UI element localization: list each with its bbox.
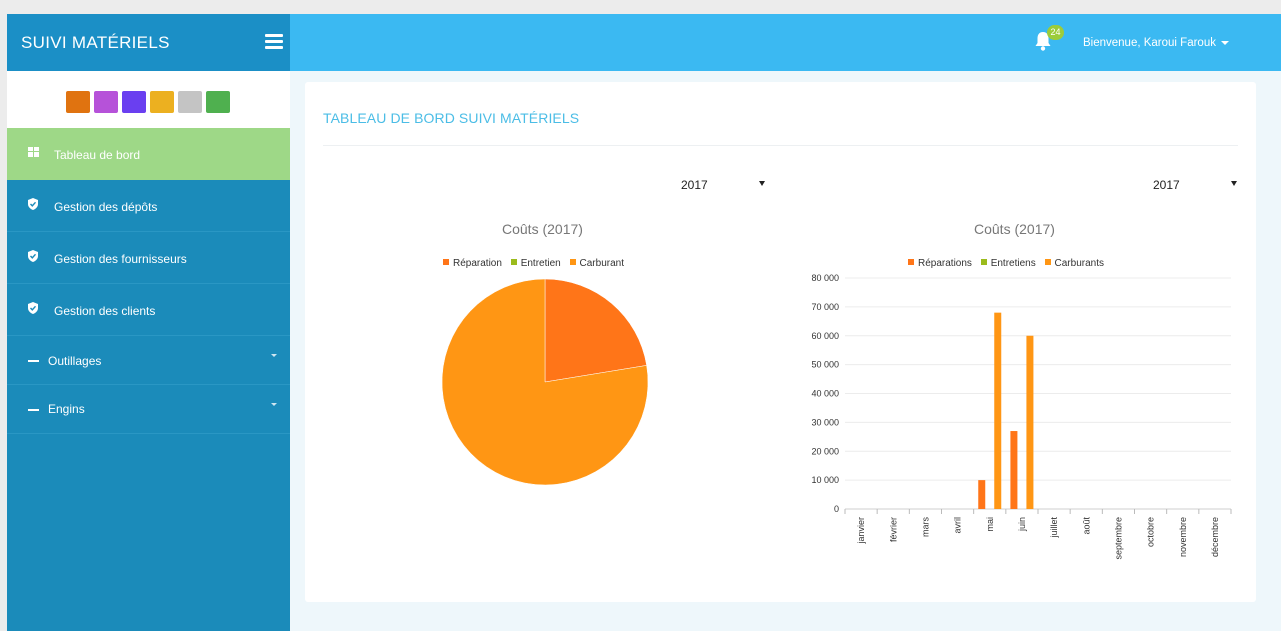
legend-swatch xyxy=(569,259,576,265)
bar-chart-legend: Réparations Entretiens Carburants xyxy=(908,258,1110,269)
legend-swatch xyxy=(510,259,517,265)
sidebar-item-label: Engins xyxy=(48,402,85,416)
x-tick-label: février xyxy=(888,517,898,542)
app-window: SUIVI MATÉRIELS 24 Bienvenue, Karoui Far… xyxy=(7,14,1281,631)
caret-down-icon xyxy=(1220,40,1229,45)
x-tick-label: octobre xyxy=(1146,517,1156,547)
year-select-value: 2017 xyxy=(681,178,708,192)
dashboard-card: TABLEAU DE BORD SUIVI MATÉRIELS 2017 201… xyxy=(305,82,1256,602)
caret-down-icon xyxy=(271,354,277,357)
brand-area: SUIVI MATÉRIELS xyxy=(7,14,290,71)
legend-label: Carburants xyxy=(1054,258,1104,269)
y-tick-label: 60 000 xyxy=(811,331,839,341)
sidebar-item-label: Tableau de bord xyxy=(54,148,141,162)
legend-swatch xyxy=(908,259,914,265)
year-select-left[interactable]: 2017 xyxy=(681,178,765,194)
pie-chart-title: Coûts (2017) xyxy=(502,221,583,237)
legend-swatch xyxy=(443,259,449,265)
top-bar: SUIVI MATÉRIELS 24 Bienvenue, Karoui Far… xyxy=(7,14,1281,71)
dash-icon xyxy=(28,409,39,411)
theme-swatch-orange[interactable] xyxy=(66,91,90,113)
pie-chart xyxy=(441,278,649,486)
y-tick-label: 20 000 xyxy=(811,446,839,456)
sidebar-item-outillages[interactable]: Outillages xyxy=(7,336,290,385)
legend-swatch xyxy=(1044,259,1051,265)
y-tick-label: 0 xyxy=(834,504,839,514)
sidebar-item-label: Outillages xyxy=(48,354,102,368)
legend-item-reparations[interactable]: Réparations xyxy=(908,258,972,269)
theme-swatch-violet[interactable] xyxy=(122,91,146,113)
legend-item-entretiens[interactable]: Entretiens xyxy=(980,258,1036,269)
caret-down-icon xyxy=(271,403,277,406)
legend-item-entretien[interactable]: Entretien xyxy=(510,258,561,269)
legend-item-carburants[interactable]: Carburants xyxy=(1044,258,1104,269)
dashboard-icon xyxy=(28,147,39,157)
y-tick-label: 70 000 xyxy=(811,302,839,312)
x-tick-label: mars xyxy=(920,517,930,537)
x-tick-label: septembre xyxy=(1113,517,1123,560)
theme-swatch-purple[interactable] xyxy=(94,91,118,113)
shield-icon xyxy=(28,198,38,210)
theme-swatch-yellow[interactable] xyxy=(150,91,174,113)
legend-label: Réparations xyxy=(918,258,972,269)
theme-picker xyxy=(7,71,290,128)
x-tick-label: août xyxy=(1081,517,1091,535)
bar-réparations-juin[interactable] xyxy=(1010,431,1018,509)
legend-label: Réparation xyxy=(453,258,502,269)
year-select-right[interactable]: 2017 xyxy=(1153,178,1237,194)
legend-item-reparation[interactable]: Réparation xyxy=(443,258,502,269)
bar-carburants-mai[interactable] xyxy=(994,312,1002,509)
brand-title[interactable]: SUIVI MATÉRIELS xyxy=(21,33,170,53)
bar-carburants-juin[interactable] xyxy=(1026,335,1034,509)
bar-chart: 0 10 000 20 000 30 000 40 000 50 000 60 000 70 … xyxy=(811,273,1232,560)
pie-chart-legend: Réparation Entretien Carburant xyxy=(443,258,630,269)
sidebar-item-gestion-des-fournisseurs[interactable]: Gestion des fournisseurs xyxy=(7,232,290,284)
notification-badge: 24 xyxy=(1047,25,1064,40)
bar-chart-title: Coûts (2017) xyxy=(974,221,1055,237)
legend-label: Carburant xyxy=(579,258,624,269)
y-tick-label: 80 000 xyxy=(811,273,839,283)
x-tick-label: juillet xyxy=(1049,517,1059,539)
sidebar-item-tableau-de-bord[interactable]: Tableau de bord xyxy=(7,128,290,180)
x-tick-label: janvier xyxy=(856,517,866,545)
caret-down-icon xyxy=(759,181,765,186)
hamburger-menu-icon[interactable] xyxy=(265,34,283,49)
divider xyxy=(323,145,1238,146)
sidebar: Tableau de bord Gestion des dépôts Gesti… xyxy=(7,71,290,631)
sidebar-item-label: Gestion des dépôts xyxy=(54,200,158,214)
sidebar-item-label: Gestion des clients xyxy=(54,304,156,318)
x-tick-label: juin xyxy=(1017,517,1027,532)
sidebar-item-gestion-des-depots[interactable]: Gestion des dépôts xyxy=(7,180,290,232)
year-select-value: 2017 xyxy=(1153,178,1180,192)
page-title: TABLEAU DE BORD SUIVI MATÉRIELS xyxy=(323,110,580,126)
legend-label: Entretiens xyxy=(990,258,1036,269)
dash-icon xyxy=(28,360,39,362)
y-tick-label: 10 000 xyxy=(811,475,839,485)
theme-swatch-green[interactable] xyxy=(206,91,230,113)
x-tick-label: mai xyxy=(985,517,995,532)
y-tick-label: 30 000 xyxy=(811,417,839,427)
sidebar-item-engins[interactable]: Engins xyxy=(7,385,290,434)
sidebar-item-gestion-des-clients[interactable]: Gestion des clients xyxy=(7,284,290,336)
theme-swatch-gray[interactable] xyxy=(178,91,202,113)
shield-icon xyxy=(28,250,38,262)
caret-down-icon xyxy=(1231,181,1237,186)
y-tick-label: 40 000 xyxy=(811,389,839,399)
x-tick-label: décembre xyxy=(1210,517,1220,557)
bar-réparations-mai[interactable] xyxy=(978,480,986,509)
legend-swatch xyxy=(980,259,987,265)
y-tick-label: 50 000 xyxy=(811,360,839,370)
pie-slice-reparation[interactable] xyxy=(544,278,647,383)
legend-item-carburant[interactable]: Carburant xyxy=(569,258,624,269)
user-menu[interactable]: Bienvenue, Karoui Farouk xyxy=(1083,37,1229,49)
sidebar-item-label: Gestion des fournisseurs xyxy=(54,252,187,266)
shield-icon xyxy=(28,302,38,314)
legend-label: Entretien xyxy=(520,258,561,269)
x-tick-label: avril xyxy=(953,517,963,534)
x-tick-label: novembre xyxy=(1178,517,1188,557)
user-greeting: Bienvenue, Karoui Farouk xyxy=(1083,37,1216,49)
